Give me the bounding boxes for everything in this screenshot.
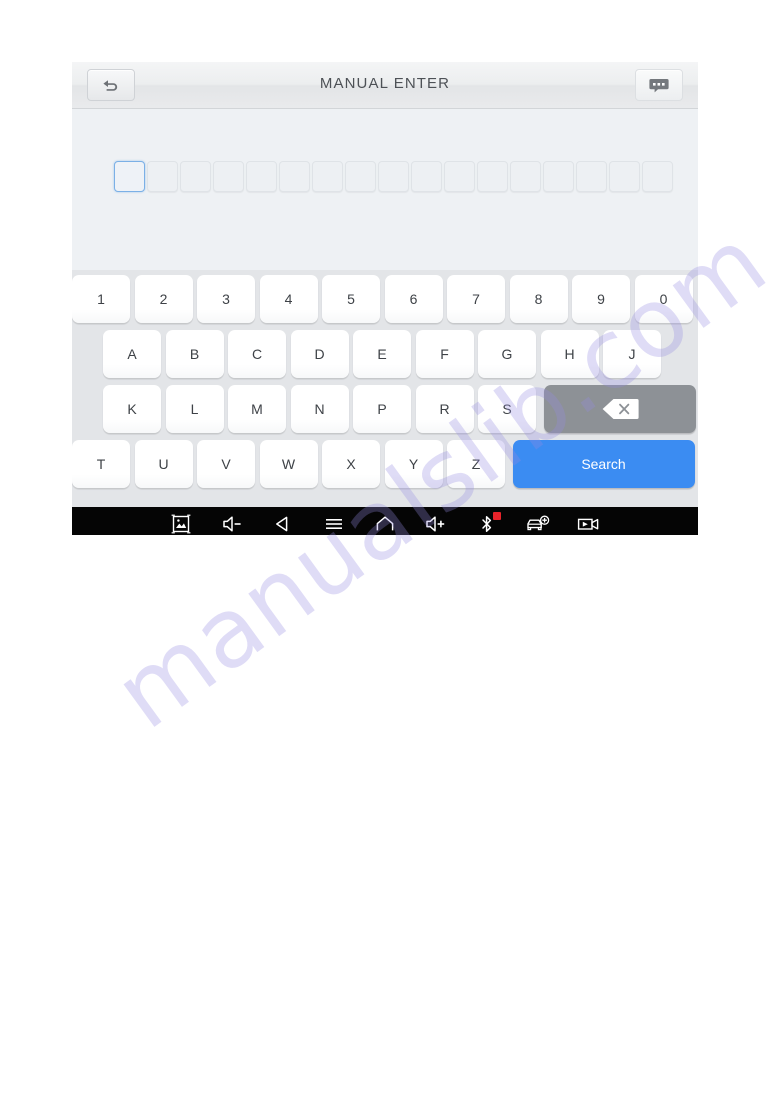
bluetooth-status-badge xyxy=(493,511,501,520)
virtual-keyboard: 1 2 3 4 5 6 7 8 9 0 A B C D E F G H J K L M N P R S T U V W X Y Z Search xyxy=(72,270,698,507)
backspace-delete-icon xyxy=(602,399,639,419)
nav-menu-hamburger-icon[interactable] xyxy=(321,513,347,535)
key-9[interactable]: 9 xyxy=(572,275,630,323)
key-b[interactable]: B xyxy=(165,330,224,378)
key-4[interactable]: 4 xyxy=(259,275,318,323)
key-v[interactable]: V xyxy=(197,440,255,488)
vin-cell-8[interactable] xyxy=(345,161,376,192)
back-triangle-icon xyxy=(276,516,288,531)
vin-cell-5[interactable] xyxy=(246,161,277,192)
vin-cell-17[interactable] xyxy=(642,161,673,192)
nav-bluetooth-icon[interactable] xyxy=(474,511,501,535)
vin-cell-2[interactable] xyxy=(147,161,178,192)
nav-home-icon[interactable] xyxy=(372,513,398,535)
nav-back-triangle-icon[interactable] xyxy=(270,513,296,535)
keyboard-row-3: KLMNPRS xyxy=(72,384,698,436)
vin-cell-9[interactable] xyxy=(378,161,409,192)
vin-cell-1[interactable] xyxy=(114,161,145,192)
page-title: MANUAL ENTER xyxy=(319,75,451,92)
key-m[interactable]: M xyxy=(228,385,286,433)
vin-cell-15[interactable] xyxy=(576,161,607,192)
key-2[interactable]: 2 xyxy=(134,275,193,323)
volume-down-icon xyxy=(223,515,241,532)
vin-cell-16[interactable] xyxy=(609,161,640,192)
vin-cell-10[interactable] xyxy=(411,161,442,192)
vin-cell-11[interactable] xyxy=(444,161,475,192)
screenshot-icon xyxy=(171,514,191,533)
key-x[interactable]: X xyxy=(322,440,380,488)
key-w[interactable]: W xyxy=(259,440,318,488)
key-u[interactable]: U xyxy=(134,440,193,488)
key-s[interactable]: S xyxy=(478,385,536,433)
key-j[interactable]: J xyxy=(603,330,661,378)
nav-vehicle-add-icon[interactable] xyxy=(525,513,551,535)
vin-cell-row xyxy=(114,161,673,192)
key-d[interactable]: D xyxy=(290,330,349,378)
key-e[interactable]: E xyxy=(353,330,411,378)
key-0[interactable]: 0 xyxy=(634,275,693,323)
nav-volume-up-icon[interactable] xyxy=(423,513,449,535)
key-7[interactable]: 7 xyxy=(447,275,505,323)
keyboard-row-2: ABCDEFGHJ xyxy=(72,329,698,381)
search-button[interactable]: Search xyxy=(512,440,695,488)
vehicle-add-icon xyxy=(527,515,550,530)
key-p[interactable]: P xyxy=(353,385,411,433)
key-6[interactable]: 6 xyxy=(384,275,443,323)
vin-cell-4[interactable] xyxy=(213,161,244,192)
volume-up-icon xyxy=(426,515,445,532)
key-t[interactable]: T xyxy=(72,440,130,488)
chat-bubble-icon xyxy=(649,78,669,92)
vin-cell-6[interactable] xyxy=(279,161,310,192)
key-g[interactable]: G xyxy=(478,330,536,378)
menu-hamburger-icon xyxy=(326,518,342,529)
vin-cell-14[interactable] xyxy=(543,161,574,192)
keyboard-row-4: T U V W X Y Z Search xyxy=(72,439,698,491)
keyboard-row-1: 1234567890 xyxy=(72,274,698,326)
key-r[interactable]: R xyxy=(415,385,474,433)
title-bar: MANUAL ENTER xyxy=(72,62,698,109)
nav-screenshot-icon[interactable] xyxy=(168,513,194,535)
device-screen: MANUAL ENTER 1234567890ABCDEFGHJKLMNPRST… xyxy=(72,62,698,535)
vin-cell-3[interactable] xyxy=(180,161,211,192)
vin-input-area xyxy=(72,109,698,270)
key-c[interactable]: C xyxy=(228,330,286,378)
chat-button[interactable] xyxy=(635,69,683,101)
key-f[interactable]: F xyxy=(415,330,474,378)
home-icon xyxy=(376,515,394,530)
vin-cell-12[interactable] xyxy=(477,161,508,192)
backspace-key[interactable] xyxy=(543,385,696,433)
key-1[interactable]: 1 xyxy=(72,275,130,323)
key-h[interactable]: H xyxy=(540,330,599,378)
video-record-icon xyxy=(577,518,599,530)
key-y[interactable]: Y xyxy=(384,440,443,488)
key-n[interactable]: N xyxy=(290,385,349,433)
key-8[interactable]: 8 xyxy=(509,275,568,323)
vin-cell-7[interactable] xyxy=(312,161,343,192)
nav-video-record-icon[interactable] xyxy=(576,513,602,535)
key-5[interactable]: 5 xyxy=(322,275,380,323)
key-l[interactable]: L xyxy=(165,385,224,433)
nav-volume-down-icon[interactable] xyxy=(219,513,245,535)
system-nav-bar xyxy=(72,507,698,535)
key-k[interactable]: K xyxy=(103,385,161,433)
key-3[interactable]: 3 xyxy=(197,275,255,323)
vin-cell-13[interactable] xyxy=(510,161,541,192)
key-a[interactable]: A xyxy=(103,330,161,378)
key-z[interactable]: Z xyxy=(447,440,505,488)
